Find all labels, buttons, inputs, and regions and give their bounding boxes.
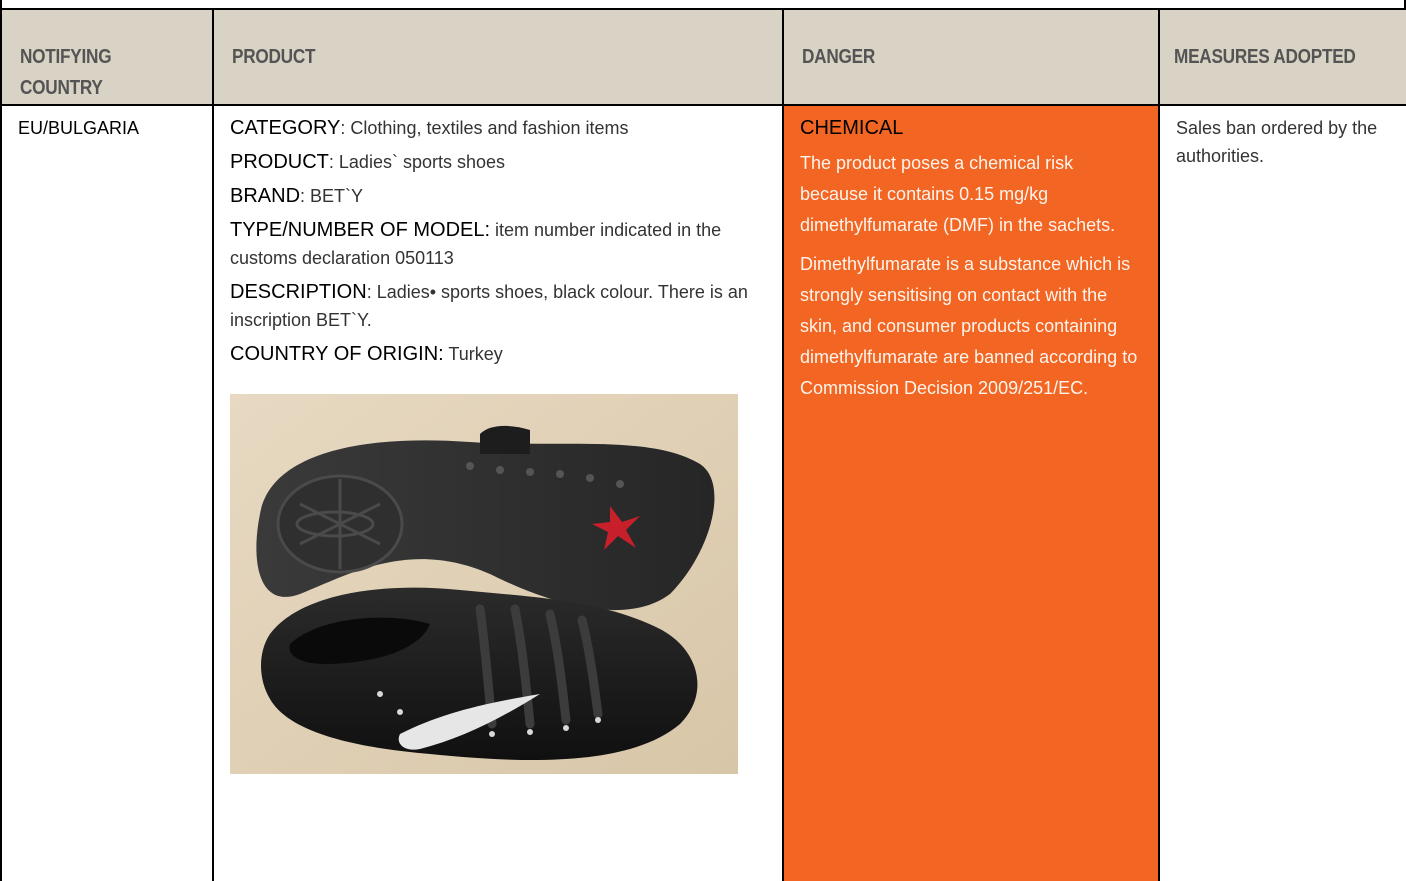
notification-table: NOTIFYING COUNTRY PRODUCT DANGER MEASURE… <box>0 8 1406 881</box>
product-field: COUNTRY OF ORIGIN: Turkey <box>230 340 768 368</box>
product-field-label: TYPE/NUMBER OF MODEL: <box>230 219 491 241</box>
product-field-label: DESCRIPTION <box>230 281 367 303</box>
product-fields: CATEGORY: Clothing, textiles and fashion… <box>230 114 768 368</box>
danger-description: The product poses a chemical risk becaus… <box>800 153 1116 235</box>
product-field: TYPE/NUMBER OF MODEL: item number indica… <box>230 216 768 272</box>
product-field-value: Turkey <box>443 344 503 364</box>
header-danger: DANGER <box>782 8 1160 106</box>
product-photo <box>230 394 738 774</box>
header-product: PRODUCT <box>212 8 784 106</box>
product-field-label: COUNTRY OF ORIGIN: <box>230 343 444 365</box>
notifying-country-value: EU/BULGARIA <box>18 118 140 138</box>
measures-adopted-value: Sales ban ordered by the authorities. <box>1176 118 1378 166</box>
danger-cell: CHEMICAL The product poses a chemical ri… <box>782 104 1160 881</box>
product-field-value: BET`Y <box>305 186 364 206</box>
header-notifying-country: NOTIFYING COUNTRY <box>0 8 214 106</box>
notifying-country-cell: EU/BULGARIA <box>0 104 214 881</box>
product-cell: CATEGORY: Clothing, textiles and fashion… <box>212 104 784 881</box>
product-field: DESCRIPTION: Ladies• sports shoes, black… <box>230 278 768 334</box>
danger-legal-basis: Dimethylfumarate is a substance which is… <box>800 254 1138 398</box>
product-field-label: PRODUCT <box>230 151 329 173</box>
rapex-notification-page: NOTIFYING COUNTRY PRODUCT DANGER MEASURE… <box>0 0 1406 881</box>
product-field-value: Clothing, textiles and fashion items <box>345 118 629 138</box>
danger-type: CHEMICAL <box>800 117 904 139</box>
product-field: BRAND: BET`Y <box>230 182 768 210</box>
product-field-value: Ladies` sports shoes <box>333 152 505 172</box>
product-field: CATEGORY: Clothing, textiles and fashion… <box>230 114 768 142</box>
measures-adopted-cell: Sales ban ordered by the authorities. <box>1158 104 1406 881</box>
header-measures-adopted: MEASURES ADOPTED <box>1158 8 1406 106</box>
shoes-photo-icon <box>230 394 738 774</box>
table-row: EU/BULGARIA CATEGORY: Clothing, textiles… <box>0 104 1406 881</box>
product-field-label: CATEGORY <box>230 117 341 139</box>
product-field: PRODUCT: Ladies` sports shoes <box>230 148 768 176</box>
header-row: NOTIFYING COUNTRY PRODUCT DANGER MEASURE… <box>0 8 1406 106</box>
product-field-label: BRAND <box>230 185 301 207</box>
